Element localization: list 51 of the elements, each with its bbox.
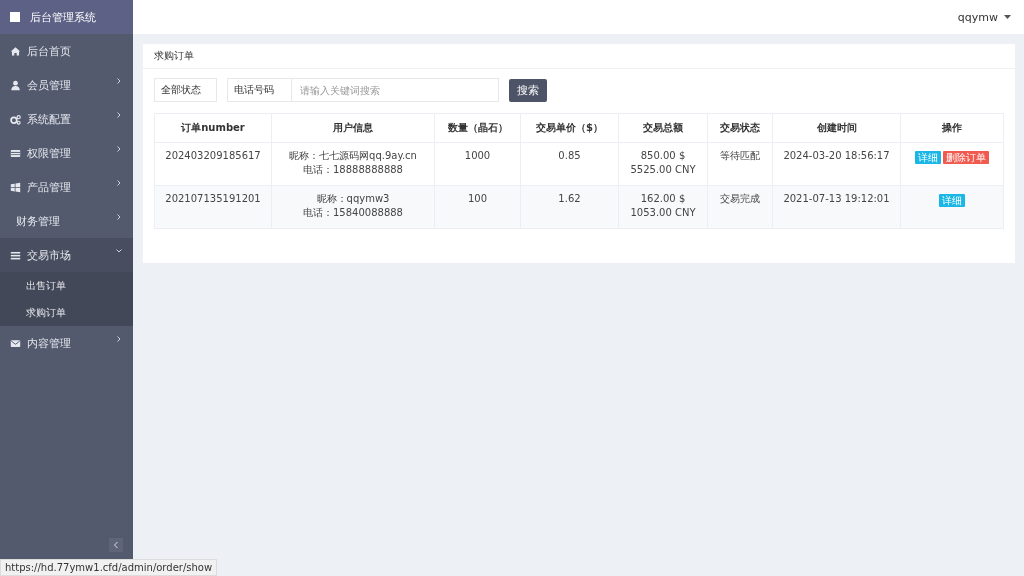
search-field[interactable]: 请输入关键词搜索 (292, 78, 499, 102)
column-header: 数量（晶石） (434, 113, 521, 143)
caret-icon[interactable] (1004, 15, 1011, 19)
status-select[interactable]: 全部状态 (154, 78, 217, 102)
column-header: 交易单价（$） (520, 113, 619, 143)
table-cell: 昵称：七七源码网qq.9ay.cn 电话：18888888888 (271, 142, 435, 186)
sidebar-item[interactable]: 权限管理 (0, 136, 133, 170)
menu-icon (10, 249, 21, 261)
sidebar-item[interactable]: 系统配置 (0, 102, 133, 136)
column-header: 用户信息 (271, 113, 435, 143)
user-icon (10, 79, 21, 91)
sidebar-item[interactable]: 会员管理 (0, 68, 133, 102)
status-url: https://hd.77ymw1.cfd/admin/order/show (0, 559, 218, 576)
sidebar-item[interactable]: 内容管理 (0, 326, 133, 360)
column-header: 交易状态 (707, 113, 773, 143)
sidebar-item[interactable]: 交易市场 (0, 238, 133, 272)
table-cell: 162.00 $ 1053.00 CNY (618, 185, 708, 229)
field-select[interactable]: 电话号码 (227, 78, 292, 102)
table-cell: 100 (434, 185, 521, 229)
table-cell: 1.62 (520, 185, 619, 229)
table-cell: 1000 (434, 142, 521, 186)
table-cell: 850.00 $ 5525.00 CNY (618, 142, 708, 186)
gears-icon (10, 113, 21, 125)
card-icon (10, 147, 21, 159)
table-cell: 202403209185617 (154, 142, 272, 186)
table-cell: 0.85 (520, 142, 619, 186)
submenu-item[interactable]: 出售订单 (0, 272, 133, 299)
sidebar-item[interactable]: 产品管理 (0, 170, 133, 204)
table-cell: 2021-07-13 19:12:01 (772, 185, 901, 229)
windows-icon (10, 181, 21, 193)
table-cell: 等待匹配 (707, 142, 773, 186)
column-header: 操作 (900, 113, 1004, 143)
envelope-icon (10, 337, 21, 349)
column-header: 交易总额 (618, 113, 708, 143)
delete-button[interactable]: 删除订单 (943, 151, 989, 164)
home-icon (10, 45, 21, 57)
table-cell: 2024-03-20 18:56:17 (772, 142, 901, 186)
sidebar-item[interactable]: 后台首页 (0, 34, 133, 68)
logo-icon (10, 12, 20, 22)
table-cell: 202107135191201 (154, 185, 272, 229)
user-menu[interactable]: qqymw (957, 10, 998, 24)
sidebar-item[interactable]: 财务管理 (0, 204, 133, 238)
table-cell: 交易完成 (707, 185, 773, 229)
chevron-icon (113, 541, 119, 549)
submenu-item[interactable]: 求购订单 (0, 299, 133, 326)
column-header: 创建时间 (772, 113, 901, 143)
app-title: 后台管理系统 (30, 9, 96, 25)
search-button[interactable]: 搜索 (509, 78, 547, 102)
panel-title: 求购订单 (154, 49, 194, 63)
column-header: 订单number (154, 113, 272, 143)
table-cell: 昵称：qqymw3 电话：15840088888 (271, 185, 435, 229)
